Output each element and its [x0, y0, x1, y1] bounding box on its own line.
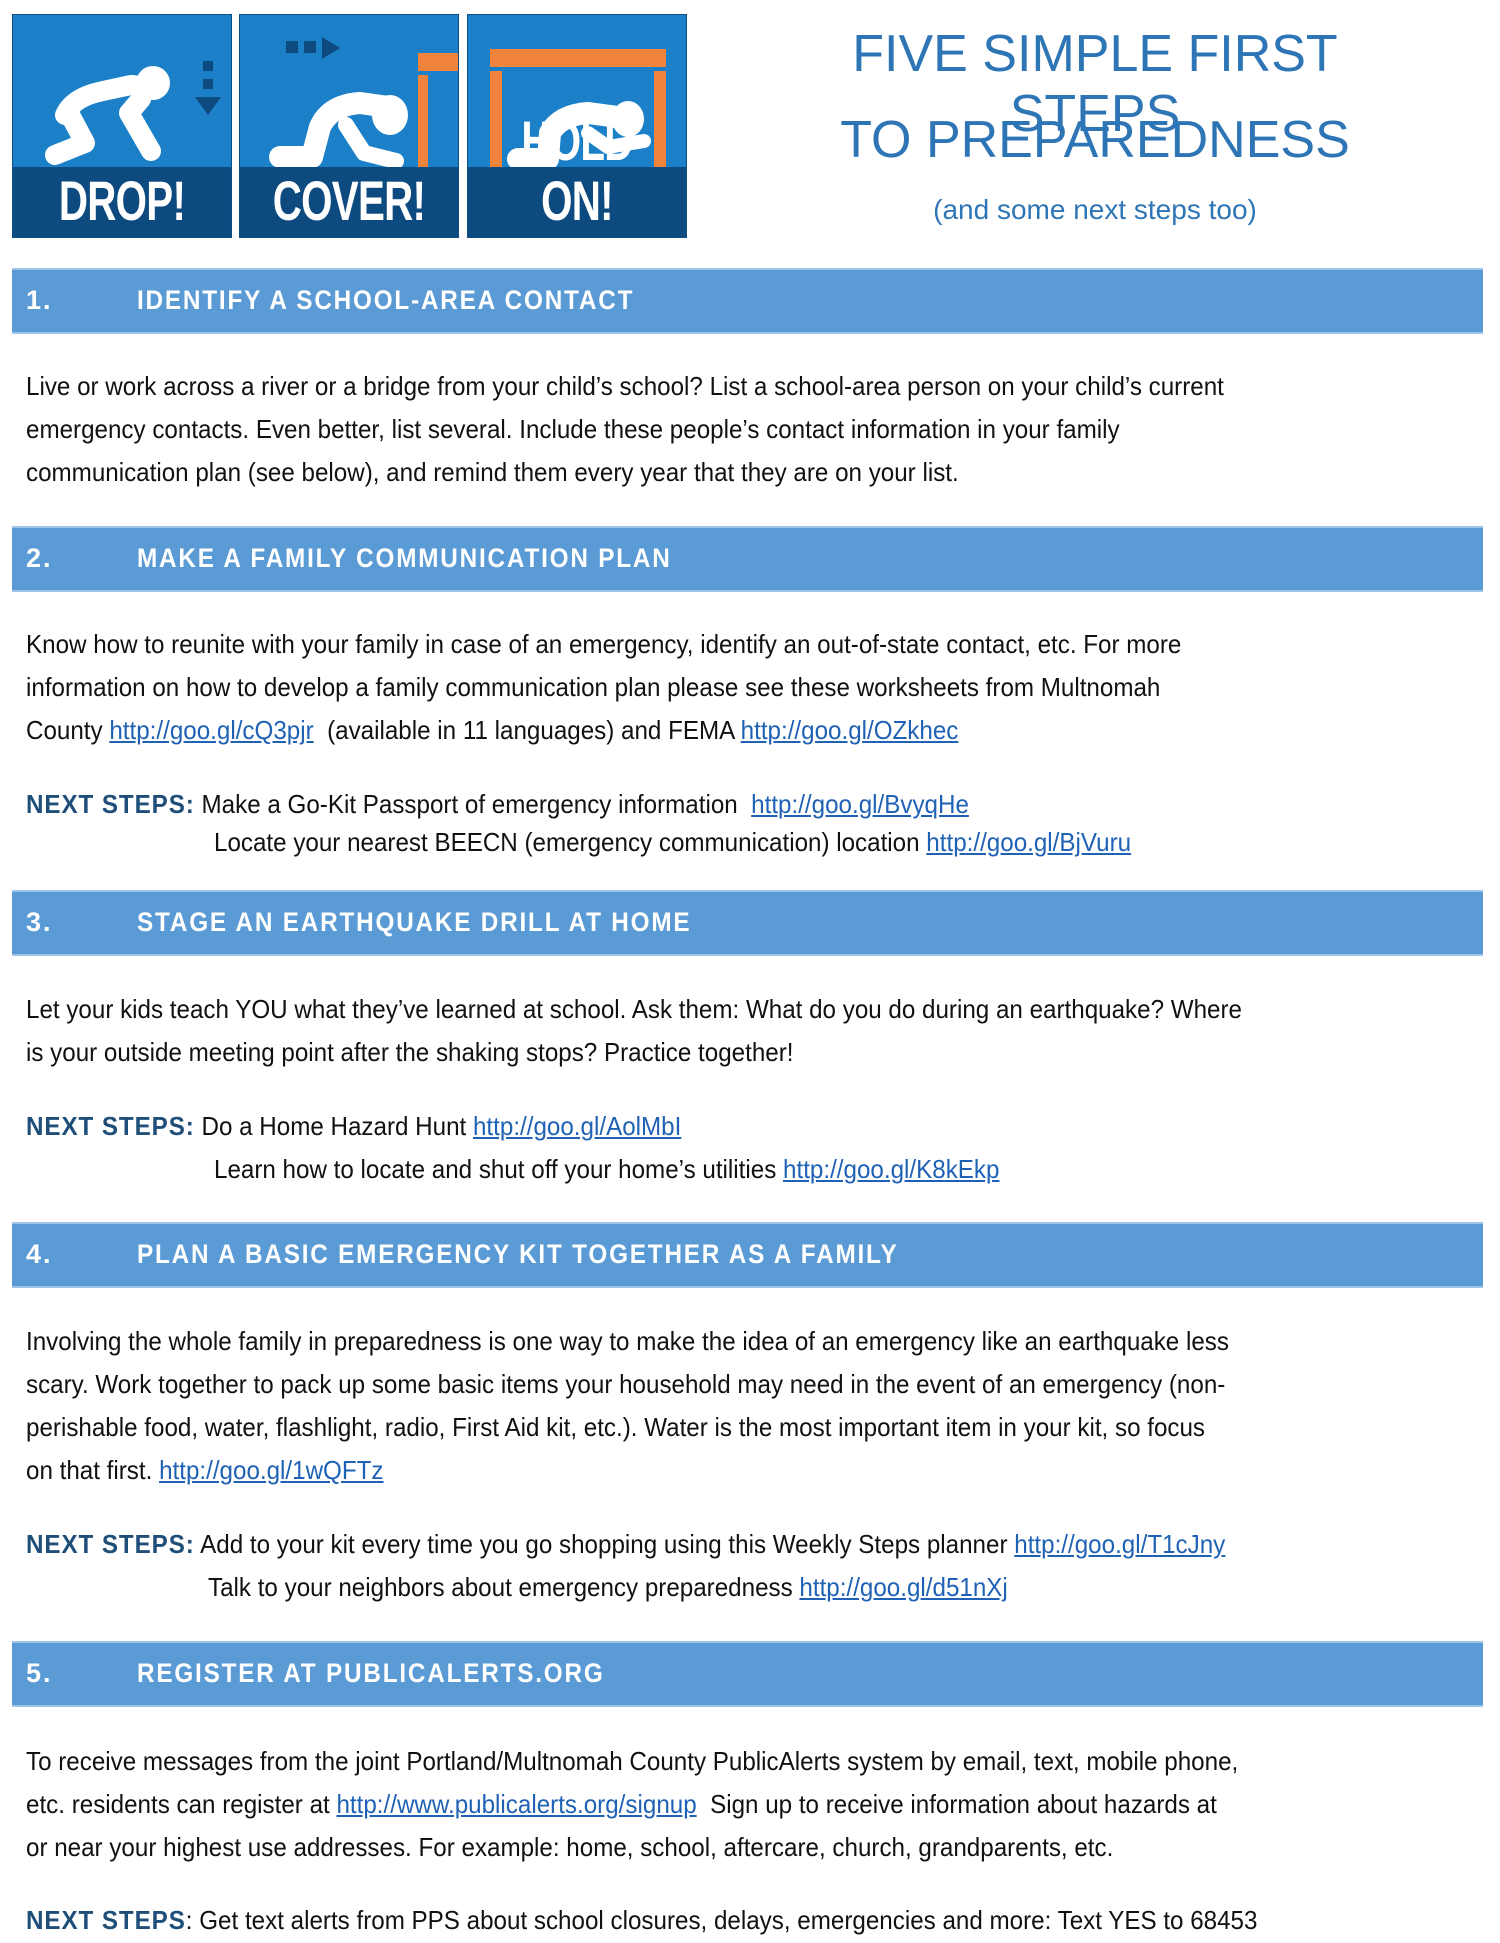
beecn-location-link[interactable]: http://goo.gl/BjVuru — [926, 827, 1131, 857]
section-4-header: 4. PLAN A BASIC EMERGENCY KIT TOGETHER A… — [12, 1222, 1483, 1288]
text: (available in 11 languages) and FEMA — [313, 715, 741, 745]
shut-off-utilities-link[interactable]: http://goo.gl/K8kEkp — [783, 1154, 999, 1184]
next-steps-label: NEXT STEPS: — [26, 789, 195, 819]
section-3-header: 3. STAGE AN EARTHQUAKE DRILL AT HOME — [12, 890, 1483, 956]
section-title: PLAN A BASIC EMERGENCY KIT TOGETHER AS A… — [137, 1239, 899, 1269]
text: Sign up to receive information about haz… — [696, 1789, 1217, 1819]
section-4-body-line: on that first. http://goo.gl/1wQFTz — [26, 1454, 383, 1486]
neighbors-preparedness-link[interactable]: http://goo.gl/d51nXj — [799, 1572, 1007, 1602]
section-3-next-steps-line: NEXT STEPS: Do a Home Hazard Hunt http:/… — [26, 1110, 681, 1142]
tile-hold-on: HOLD ON! — [467, 14, 687, 238]
text: Talk to your neighbors about emergency p… — [208, 1572, 800, 1602]
weekly-steps-planner-link[interactable]: http://goo.gl/T1cJny — [1014, 1529, 1225, 1559]
next-steps-label: NEXT STEPS: — [26, 1529, 195, 1559]
section-1-body-line: Live or work across a river or a bridge … — [26, 371, 1224, 401]
section-5-next-steps-line: NEXT STEPS: Get text alerts from PPS abo… — [26, 1904, 1257, 1936]
section-1-body-line: emergency contacts. Even better, list se… — [26, 414, 1120, 444]
tile-label-hold-on: HOLD ON! — [521, 109, 633, 232]
person-dropping-icon — [45, 61, 221, 165]
section-5-header: 5. REGISTER AT PUBLICALERTS.ORG — [12, 1641, 1483, 1707]
section-number: 1. — [26, 285, 53, 315]
tile-drop: DROP! — [12, 14, 232, 238]
next-steps-label: NEXT STEPS: — [26, 1111, 195, 1141]
text: Do a Home Hazard Hunt — [201, 1111, 473, 1141]
section-5-body-line: or near your highest use addresses. For … — [26, 1832, 1114, 1862]
person-taking-cover-icon — [269, 37, 458, 171]
section-title: MAKE A FAMILY COMMUNICATION PLAN — [137, 543, 672, 573]
go-kit-passport-link[interactable]: http://goo.gl/BvyqHe — [751, 789, 969, 819]
section-2-header: 2. MAKE A FAMILY COMMUNICATION PLAN — [12, 526, 1483, 592]
section-1-header: 1. IDENTIFY A SCHOOL-AREA CONTACT — [12, 268, 1483, 334]
section-5-body-line: etc. residents can register at http://ww… — [26, 1788, 1217, 1820]
section-5-body-line: To receive messages from the joint Portl… — [26, 1746, 1239, 1776]
home-hazard-hunt-link[interactable]: http://goo.gl/AolMbI — [473, 1111, 681, 1141]
tile-cover: COVER! — [239, 14, 459, 238]
multnomah-worksheet-link[interactable]: http://goo.gl/cQ3pjr — [109, 715, 313, 745]
page-subtitle: (and some next steps too) — [933, 194, 1257, 225]
section-3-next-steps-line: Learn how to locate and shut off your ho… — [214, 1153, 999, 1185]
section-number: 2. — [26, 543, 53, 573]
text: Get text alerts from PPS about school cl… — [192, 1905, 1258, 1935]
section-title: REGISTER AT PUBLICALERTS.ORG — [137, 1658, 605, 1688]
fema-worksheet-link[interactable]: http://goo.gl/OZkhec — [741, 715, 959, 745]
section-4-next-steps-line: Talk to your neighbors about emergency p… — [208, 1571, 1008, 1603]
text: Locate your nearest BEECN (emergency com… — [214, 827, 927, 857]
section-2-body-line: County http://goo.gl/cQ3pjr (available i… — [26, 714, 958, 746]
text: Learn how to locate and shut off your ho… — [214, 1154, 784, 1184]
text: Make a Go-Kit Passport of emergency info… — [201, 789, 752, 819]
section-4-body-line: perishable food, water, flashlight, radi… — [26, 1412, 1206, 1442]
section-number: 4. — [26, 1239, 53, 1269]
section-1-body-line: communication plan (see below), and remi… — [26, 457, 959, 487]
publicalerts-signup-link[interactable]: http://www.publicalerts.org/signup — [336, 1789, 696, 1819]
section-2-body-line: information on how to develop a family c… — [26, 672, 1161, 702]
section-3-body-line: is your outside meeting point after the … — [26, 1037, 794, 1067]
section-number: 3. — [26, 907, 53, 937]
page-title-line-2: TO PREPAREDNESS — [840, 111, 1350, 169]
text: etc. residents can register at — [26, 1789, 337, 1819]
section-title: STAGE AN EARTHQUAKE DRILL AT HOME — [137, 907, 692, 937]
section-4-body-line: Involving the whole family in preparedne… — [26, 1326, 1229, 1356]
section-2-next-steps-line: Locate your nearest BEECN (emergency com… — [214, 826, 1131, 858]
section-number: 5. — [26, 1658, 53, 1688]
tile-label-drop: DROP! — [58, 169, 186, 232]
tile-label-cover: COVER! — [272, 169, 426, 232]
water-storage-link[interactable]: http://goo.gl/1wQFTz — [159, 1455, 383, 1485]
section-2-next-steps-line: NEXT STEPS: Make a Go-Kit Passport of em… — [26, 788, 969, 820]
next-steps-label: NEXT STEPS — [26, 1905, 186, 1935]
section-3-body-line: Let your kids teach YOU what they’ve lea… — [26, 994, 1242, 1024]
section-4-body-line: scary. Work together to pack up some bas… — [26, 1369, 1226, 1399]
text: Add to your kit every time you go shoppi… — [200, 1529, 1015, 1559]
section-2-body-line: Know how to reunite with your family in … — [26, 629, 1182, 659]
text: on that first. — [26, 1455, 160, 1485]
section-title: IDENTIFY A SCHOOL-AREA CONTACT — [137, 285, 635, 315]
section-4-next-steps-line: NEXT STEPS: Add to your kit every time y… — [26, 1528, 1225, 1560]
text: County — [26, 715, 110, 745]
